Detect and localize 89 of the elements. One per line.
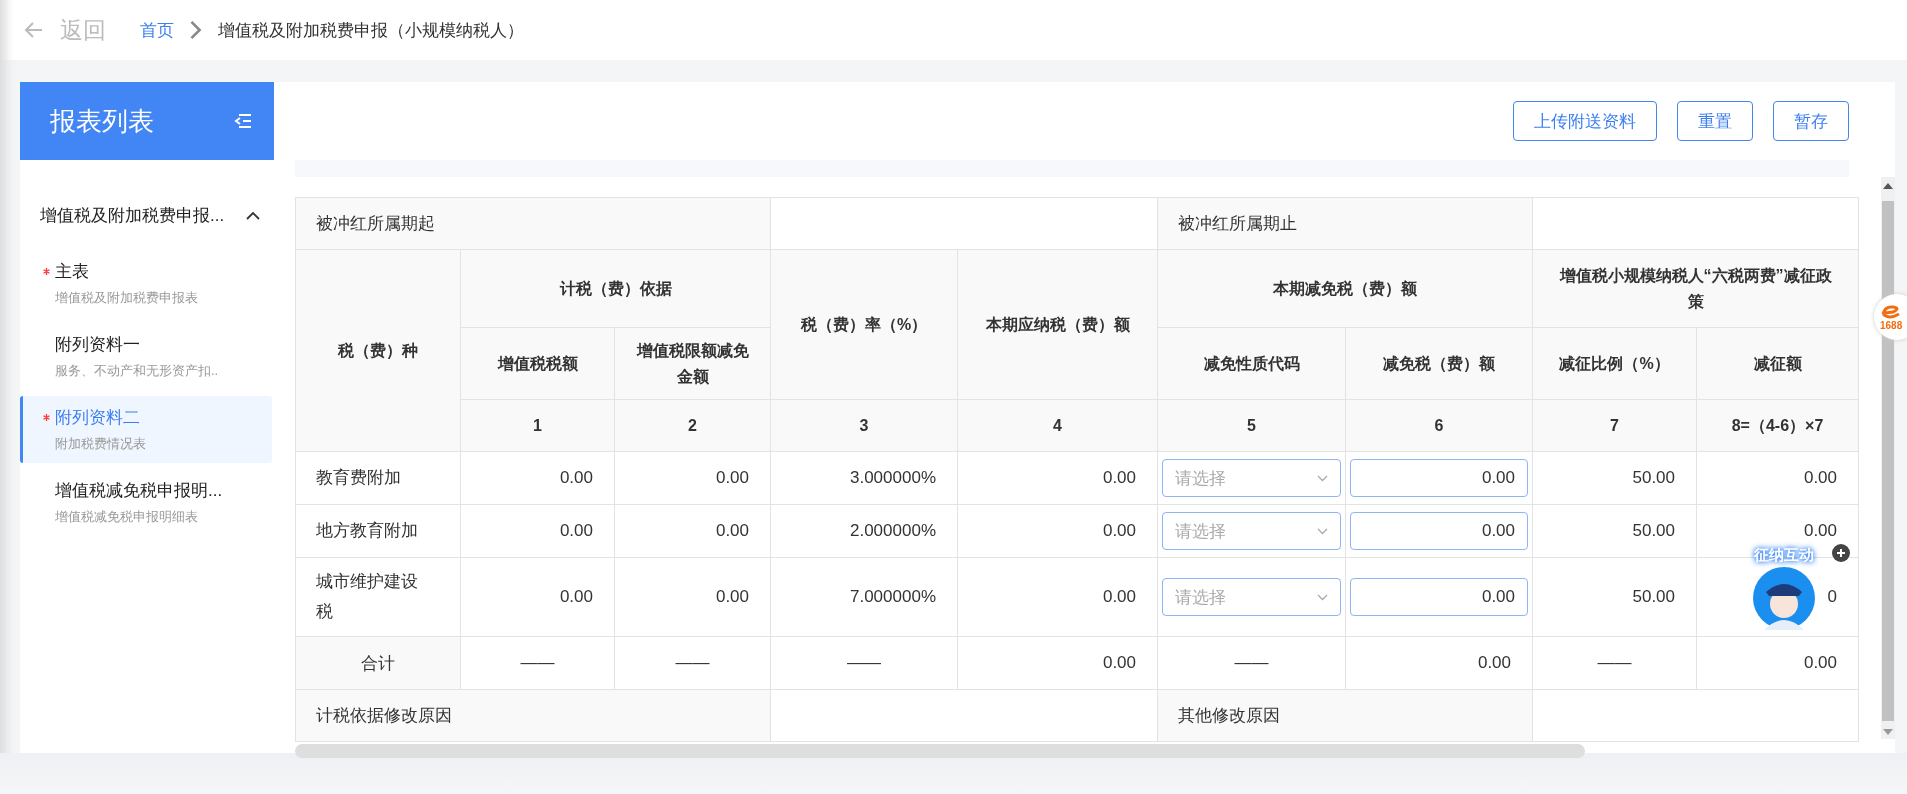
sidebar-item[interactable]: 附列资料一 服务、不动产和无形资产扣..: [20, 323, 272, 390]
table-cell: 50.00: [1532, 557, 1697, 637]
avatar-icon[interactable]: [1752, 566, 1816, 630]
column-number: 8=（4-6）×7: [1696, 399, 1859, 452]
back-arrow-icon: [24, 20, 44, 40]
sidebar-item[interactable]: 附列资料二 附加税费情况表: [20, 396, 272, 463]
horizontal-scrollbar[interactable]: [295, 744, 1585, 758]
column-header: 减免性质代码: [1157, 327, 1346, 400]
column-header: 减免税（费）额: [1345, 327, 1533, 400]
table-cell: 0.00: [614, 451, 771, 505]
toolbar-button[interactable]: 重置: [1677, 101, 1753, 141]
required-icon: [43, 414, 50, 421]
sidebar-title: 报表列表: [50, 104, 154, 138]
input-field[interactable]: 0.00: [1350, 459, 1528, 497]
table-cell: 0.00: [614, 504, 771, 558]
table-cell: 城市维护建设税: [295, 557, 461, 637]
select-field[interactable]: 请选择: [1162, 578, 1341, 616]
chevron-down-icon: [1317, 593, 1328, 601]
table-cell: ——: [460, 636, 615, 690]
input-field[interactable]: 0.00: [1350, 578, 1528, 616]
column-header: 税（费）种: [295, 249, 461, 452]
column-number: 6: [1345, 399, 1533, 452]
table-cell: 地方教育附加: [295, 504, 461, 558]
item-subtitle: 附加税费情况表: [54, 435, 147, 453]
input-field[interactable]: 0.00: [1350, 512, 1528, 550]
table-cell: 0.00: [957, 504, 1158, 558]
table-cell: 0.00: [460, 557, 615, 637]
column-header: 减征比例（%）: [1532, 327, 1697, 400]
table-cell: 0.00: [957, 557, 1158, 637]
column-number: 1: [460, 399, 615, 452]
table-cell: 0.00: [1696, 451, 1859, 505]
group-header[interactable]: 增值税及附加税费申报...: [40, 180, 260, 250]
table-cell: 0.00: [1345, 636, 1533, 690]
table-cell: 7.000000%: [770, 557, 958, 637]
toolbar-button[interactable]: 上传附送资料: [1513, 101, 1657, 141]
collapse-icon[interactable]: [234, 113, 252, 129]
table-cell: ——: [1157, 636, 1346, 690]
item-title: 增值税减免税申报明...: [55, 480, 223, 502]
item-title: 主表: [55, 261, 89, 283]
table-cell: 0.00: [460, 451, 615, 505]
field-label: 计税依据修改原因: [295, 689, 771, 742]
breadcrumb-current: 增值税及附加税费申报（小规模纳税人）: [218, 19, 524, 42]
table-cell: 教育费附加: [295, 451, 461, 505]
table-cell: 0.00: [957, 451, 1158, 505]
field-label: 其他修改原因: [1157, 689, 1533, 742]
column-header: 本期减免税（费）额: [1157, 249, 1533, 328]
breadcrumb-link[interactable]: 首页: [140, 18, 174, 42]
column-header: 增值税小规模纳税人“六税两费”减征政策: [1532, 249, 1859, 328]
item-subtitle: 增值税减免税申报明细表: [54, 508, 199, 526]
column-number: 5: [1157, 399, 1346, 452]
table-cell: 50.00: [1532, 451, 1697, 505]
table-cell: ——: [770, 636, 958, 690]
column-number: 3: [770, 399, 958, 452]
table-cell: 50.00: [1532, 504, 1697, 558]
column-number: 2: [614, 399, 771, 452]
item-title: 附列资料一: [55, 334, 140, 356]
table-cell: 0.00: [460, 504, 615, 558]
table-cell: 合计: [295, 636, 461, 690]
table-cell: ——: [1532, 636, 1697, 690]
column-header: 本期应纳税（费）额: [957, 249, 1158, 400]
toolbar-button[interactable]: 暂存: [1773, 101, 1849, 141]
chevron-down-icon: [1317, 474, 1328, 482]
required-icon: [43, 268, 50, 275]
select-field[interactable]: 请选择: [1162, 459, 1341, 497]
table-cell: 0.00: [1696, 636, 1859, 690]
column-header: 计税（费）依据: [460, 249, 771, 328]
column-header: 减征额: [1696, 327, 1859, 400]
select-field[interactable]: 请选择: [1162, 512, 1341, 550]
item-title: 附列资料二: [55, 407, 140, 429]
column-number: 4: [957, 399, 1158, 452]
column-header: 税（费）率（%）: [770, 249, 958, 400]
table-cell: 0.00: [614, 557, 771, 637]
column-header: 增值税限额减免金额: [614, 327, 771, 400]
sidebar-item[interactable]: 主表 增值税及附加税费申报表: [20, 250, 272, 317]
field-label: 被冲红所属期止: [1157, 197, 1533, 250]
item-subtitle: 服务、不动产和无形资产扣..: [54, 362, 220, 380]
plus-icon: [1836, 548, 1846, 558]
table-cell: ——: [614, 636, 771, 690]
chevron-down-icon: [1317, 527, 1328, 535]
column-header: 增值税税额: [460, 327, 615, 400]
item-subtitle: 增值税及附加税费申报表: [54, 289, 199, 307]
field-label: 被冲红所属期起: [295, 197, 771, 250]
table-cell: 3.000000%: [770, 451, 958, 505]
table-cell: 2.000000%: [770, 504, 958, 558]
sidebar-item[interactable]: 增值税减免税申报明... 增值税减免税申报明细表: [20, 469, 272, 536]
table-cell: 0.00: [957, 636, 1158, 690]
scroll-up-icon[interactable]: [1883, 183, 1893, 189]
scroll-down-icon[interactable]: [1883, 729, 1893, 735]
column-number: 7: [1532, 399, 1697, 452]
